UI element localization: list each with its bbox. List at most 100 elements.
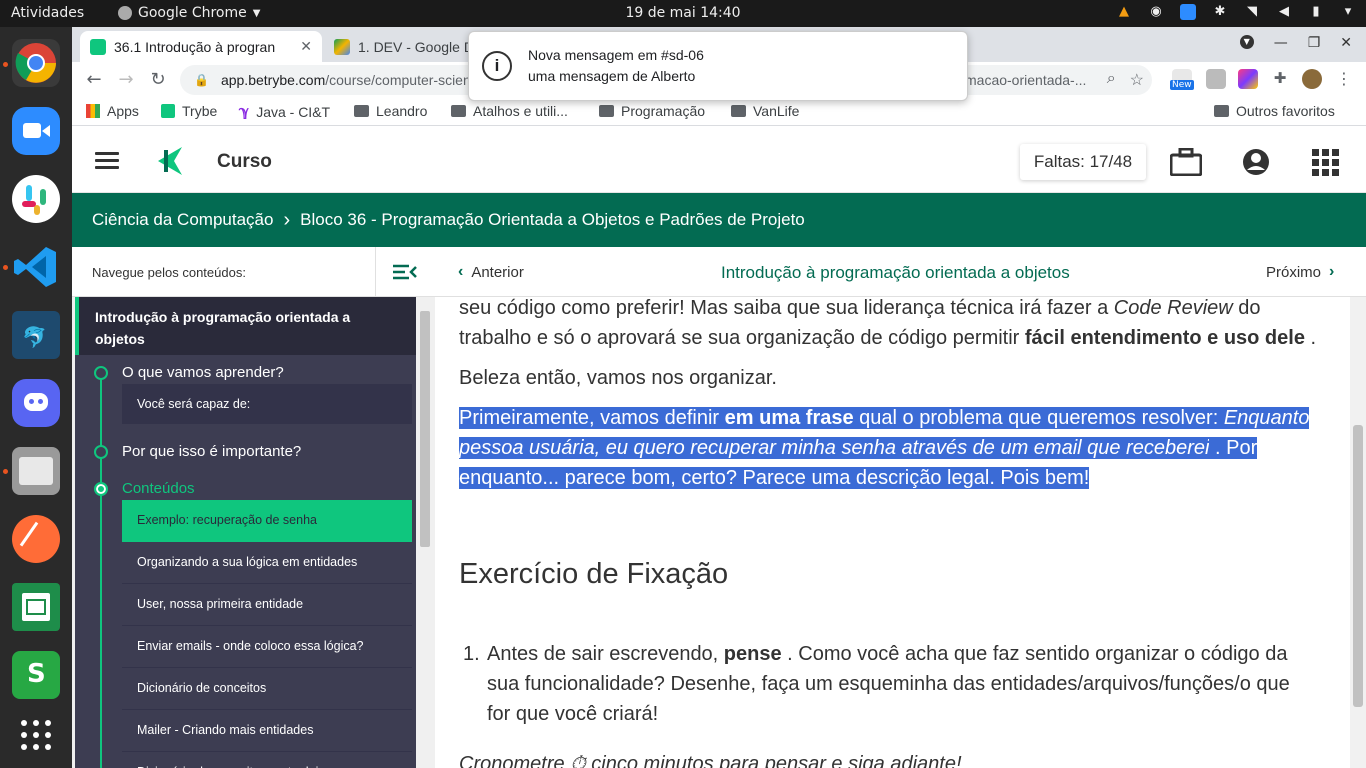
discord-tray-icon[interactable]: ◉ xyxy=(1148,4,1164,20)
sidebar-section-conteudos[interactable]: Conteúdos xyxy=(122,480,195,497)
folder-icon xyxy=(354,105,369,117)
vscode-dock-icon[interactable] xyxy=(12,243,60,291)
discord-dock-icon[interactable] xyxy=(12,379,60,427)
zoom-icon[interactable]: ⌕ xyxy=(1107,70,1116,90)
tab-close-icon[interactable]: ✕ xyxy=(300,38,312,55)
page-scroll-thumb[interactable] xyxy=(1353,425,1363,707)
previous-button[interactable]: ‹ Anterior xyxy=(458,263,524,281)
chrome-dock-icon[interactable] xyxy=(12,39,60,87)
extension-new-icon[interactable]: New xyxy=(1170,69,1194,90)
folder-icon xyxy=(1214,105,1229,117)
sidebar-item-organizando[interactable]: Organizando a sua lógica em entidades xyxy=(122,542,412,584)
text-italic: Code Review xyxy=(1113,297,1233,319)
sidebar-scrollbar[interactable] xyxy=(416,297,435,768)
google-drive-favicon xyxy=(334,38,350,55)
sheets-dock-icon[interactable]: S xyxy=(12,651,60,699)
bookmark-trybe[interactable]: Trybe xyxy=(161,103,217,119)
bookmark-folder-leandro[interactable]: Leandro xyxy=(354,103,427,119)
sidebar-item-enviar-emails[interactable]: Enviar emails - onde coloco essa lógica? xyxy=(122,626,412,668)
back-icon[interactable]: ← xyxy=(82,68,106,92)
minimize-icon[interactable]: — xyxy=(1274,35,1288,51)
mysql-workbench-dock-icon[interactable]: 🐬 xyxy=(12,311,60,359)
folder-icon xyxy=(731,105,746,117)
next-button[interactable]: Próximo › xyxy=(1266,263,1334,281)
slack-notification[interactable]: i Nova mensagem em #sd-06 uma mensagem d… xyxy=(468,31,968,101)
sidebar-panel: Introdução à programação orientada a obj… xyxy=(75,297,416,768)
chrome-menu-icon[interactable]: ⋮ xyxy=(1334,69,1354,89)
bookmark-label: Trybe xyxy=(182,103,218,119)
slack-tray-icon[interactable]: ✱ xyxy=(1212,4,1228,20)
sidebar-item-user[interactable]: User, nossa primeira entidade xyxy=(122,584,412,626)
close-window-icon[interactable]: ✕ xyxy=(1340,35,1352,51)
power-menu-icon[interactable]: ▾ xyxy=(1340,4,1356,20)
paragraph-selected: Primeiramente, vamos definir em uma fras… xyxy=(459,403,1319,493)
zoom-dock-icon[interactable] xyxy=(12,107,60,155)
sidebar-item-voce-sera-capaz[interactable]: Você será capaz de: xyxy=(122,384,412,424)
breadcrumb-item[interactable]: Ciência da Computação xyxy=(92,210,273,230)
reload-icon[interactable]: ↻ xyxy=(146,68,170,92)
bookmark-folder-vanlife[interactable]: VanLife xyxy=(731,103,799,119)
folder-icon xyxy=(451,105,466,117)
account-circle-icon[interactable] xyxy=(1240,148,1272,176)
previous-label: Anterior xyxy=(471,263,524,281)
absences-badge[interactable]: Faltas: 17/48 xyxy=(1020,144,1146,180)
vlc-icon[interactable]: ▲ xyxy=(1116,4,1132,20)
bookmark-star-icon[interactable]: ☆ xyxy=(1130,70,1144,90)
tab-search-icon[interactable]: ▼ xyxy=(1239,35,1254,49)
briefcase-icon[interactable] xyxy=(1170,148,1202,176)
sidebar-scroll-thumb[interactable] xyxy=(420,311,430,547)
sidebar-section-por-que-importante[interactable]: Por que isso é importante? xyxy=(122,443,301,460)
bookmark-folder-atalhos[interactable]: Atalhos e utili... xyxy=(451,103,568,119)
course-title[interactable]: Curso xyxy=(217,151,272,173)
bookmark-folder-programacao[interactable]: Programação xyxy=(599,103,705,119)
extension-color-icon[interactable] xyxy=(1238,69,1258,89)
sidebar-item-dicionario-2[interactable]: Dicionário de conceitos parte dois xyxy=(122,752,412,768)
current-lesson-title: Introdução à programação orientada a obj… xyxy=(721,263,1070,282)
tab-google-drive[interactable]: 1. DEV - Google D xyxy=(324,31,474,62)
breadcrumb-item[interactable]: Bloco 36 - Programação Orientada a Objet… xyxy=(300,210,805,230)
tab-title: 1. DEV - Google D xyxy=(358,38,474,55)
sidebar-item-exemplo[interactable]: Exemplo: recuperação de senha xyxy=(122,500,412,542)
page-scrollbar[interactable] xyxy=(1350,297,1366,768)
collapse-sidebar-icon[interactable] xyxy=(375,247,435,297)
forward-icon[interactable]: → xyxy=(114,68,138,92)
profile-avatar[interactable] xyxy=(1302,69,1322,89)
url-host: app.betrybe.com xyxy=(220,72,326,88)
volume-icon[interactable]: ◀ xyxy=(1276,4,1292,20)
text-bold: fácil entendimento e uso dele xyxy=(1024,327,1305,349)
sidebar-item-dicionario[interactable]: Dicionário de conceitos xyxy=(122,668,412,710)
hamburger-menu-icon[interactable] xyxy=(95,152,119,169)
app-grid-icon[interactable] xyxy=(12,711,60,759)
postman-dock-icon[interactable] xyxy=(12,515,60,563)
battery-icon[interactable]: ▮ xyxy=(1308,4,1324,20)
url-tail: macao-orientada-... xyxy=(965,72,1087,88)
spreadsheet-dock-icon[interactable] xyxy=(12,583,60,631)
bookmarks-bar: Apps Trybe ℽ Java - CI&T Leandro Atalhos… xyxy=(72,98,1366,126)
text: Antes de sair escrevendo, xyxy=(487,643,724,665)
slack-dock-icon[interactable] xyxy=(12,175,60,223)
paragraph-italic: Cronometre ⏱ cinco minutos para pensar e… xyxy=(459,753,962,768)
running-indicator xyxy=(3,469,8,474)
extension-grey-icon[interactable] xyxy=(1206,69,1226,89)
files-dock-icon[interactable] xyxy=(12,447,60,495)
maximize-icon[interactable]: ❐ xyxy=(1308,35,1321,51)
notification-body: uma mensagem de Alberto xyxy=(528,68,696,84)
zoom-tray-icon[interactable] xyxy=(1180,4,1196,20)
bookmark-other-favorites[interactable]: Outros favoritos xyxy=(1214,103,1335,119)
system-tray[interactable]: ▲ ◉ ✱ ◥ ◀ ▮ ▾ xyxy=(1116,4,1356,20)
wifi-icon[interactable]: ◥ xyxy=(1244,4,1260,20)
section-heading: Exercício de Fixação xyxy=(459,558,729,590)
bookmark-apps[interactable]: Apps xyxy=(86,103,139,119)
apps-grid-icon[interactable] xyxy=(1310,148,1342,176)
trybe-logo[interactable] xyxy=(152,144,186,178)
tab-trybe-course[interactable]: 36.1 Introdução à progran ✕ xyxy=(80,31,322,62)
list-number: 1. xyxy=(463,643,480,665)
lock-icon[interactable]: 🔒 xyxy=(194,73,209,87)
sidebar-item-mailer[interactable]: Mailer - Criando mais entidades xyxy=(122,710,412,752)
chevron-left-icon: ‹ xyxy=(458,263,464,280)
timeline-line xyxy=(100,373,102,768)
sidebar-section-o-que-vamos-aprender[interactable]: O que vamos aprender? xyxy=(122,364,284,381)
bookmark-java-cit[interactable]: ℽ Java - CI&T xyxy=(239,103,330,120)
sidebar-heading[interactable]: Introdução à programação orientada a obj… xyxy=(75,297,416,355)
extensions-puzzle-icon[interactable]: ✚ xyxy=(1270,69,1290,89)
